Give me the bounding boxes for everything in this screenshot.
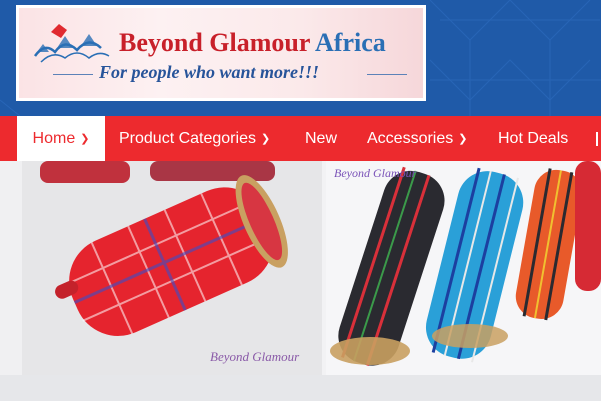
chevron-down-icon: ❯ (260, 133, 271, 145)
nav-item-hot-deals[interactable]: Hot Deals (498, 116, 568, 161)
nav-item-new[interactable]: New (305, 116, 337, 161)
hero-product-image: Beyond Glamour Beyond Glamour (0, 161, 601, 375)
watermark-bottom: Beyond Glamour (210, 349, 300, 364)
nav-label: Product Categories (119, 130, 256, 147)
nav-item-home[interactable]: Home ❯ (17, 116, 105, 161)
nav-item-accessories[interactable]: Accessories ❯ (367, 116, 467, 161)
main-nav: Home ❯ Product Categories ❯ New Accessorie… (0, 116, 601, 161)
tagline-rule-right (367, 74, 407, 75)
nav-label: New (305, 130, 338, 147)
nav-item-product-categories[interactable]: Product Categories ❯ (119, 116, 270, 161)
nav-item-overflow[interactable] (596, 116, 601, 161)
site-header: Beyond Glamour Africa For people who wan… (0, 0, 601, 116)
chevron-down-icon: ❯ (458, 133, 468, 145)
tagline-rule-left (53, 74, 93, 75)
hero-slider[interactable]: Beyond Glamour Beyond Glamour (0, 161, 601, 375)
site-logo[interactable]: Beyond Glamour Africa For people who wan… (16, 5, 426, 101)
nav-label: Home (32, 130, 76, 147)
chevron-down-icon: ❯ (80, 133, 90, 145)
page-footer-strip (0, 375, 601, 401)
watermark-top: Beyond Glamour (334, 166, 417, 180)
brand-tagline: For people who want more!!! (99, 62, 320, 82)
brand-name: Beyond Glamour Africa (119, 28, 386, 57)
nav-label: Accessories (367, 130, 454, 147)
nav-label: Hot Deals (498, 130, 569, 147)
